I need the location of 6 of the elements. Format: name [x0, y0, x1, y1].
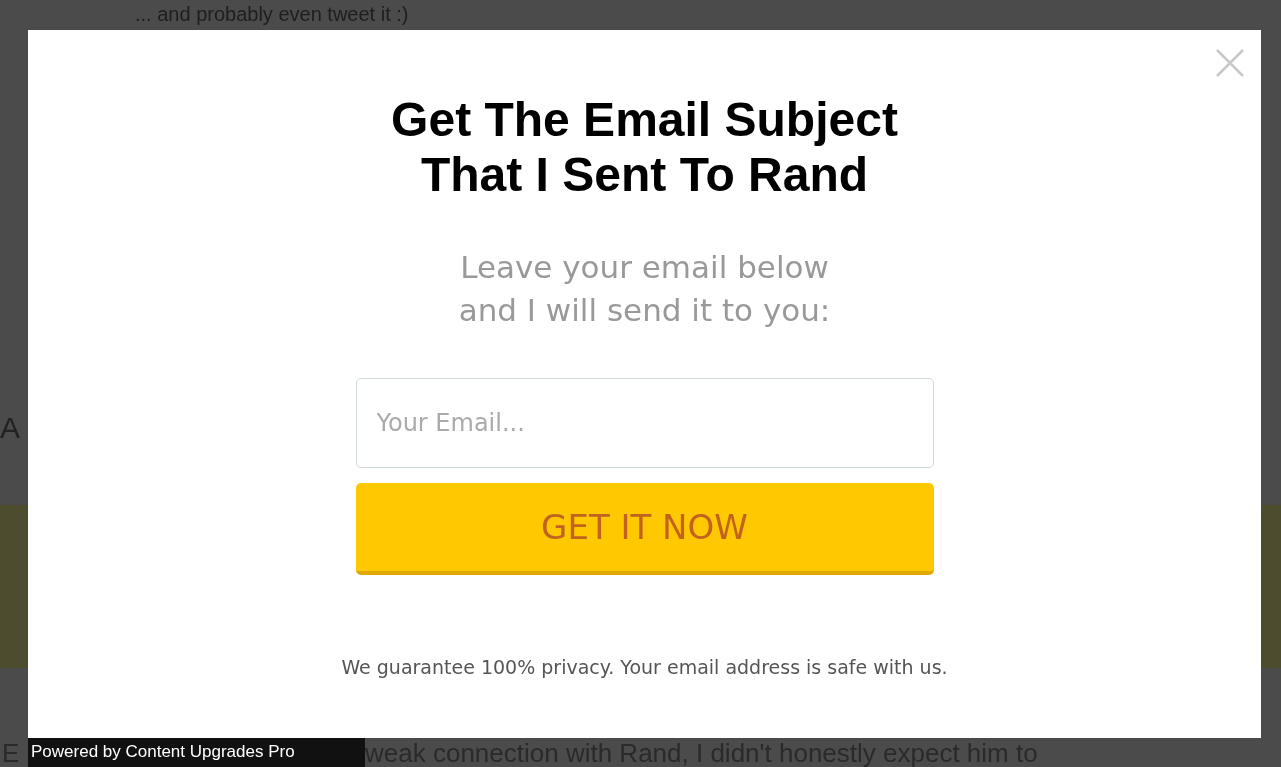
popup-title: Get The Email Subject That I Sent To Rand [390, 92, 899, 202]
email-field[interactable]: Your Email... [355, 378, 934, 468]
close-icon[interactable] [1215, 48, 1245, 78]
privacy-note: We guarantee 100% privacy. Your email address is safe with us. [340, 655, 949, 680]
popup-subtitle: Leave your email below and I will send it to you: [457, 248, 832, 330]
powered-by-link[interactable]: Powered by Content Upgrades Pro [28, 738, 365, 767]
